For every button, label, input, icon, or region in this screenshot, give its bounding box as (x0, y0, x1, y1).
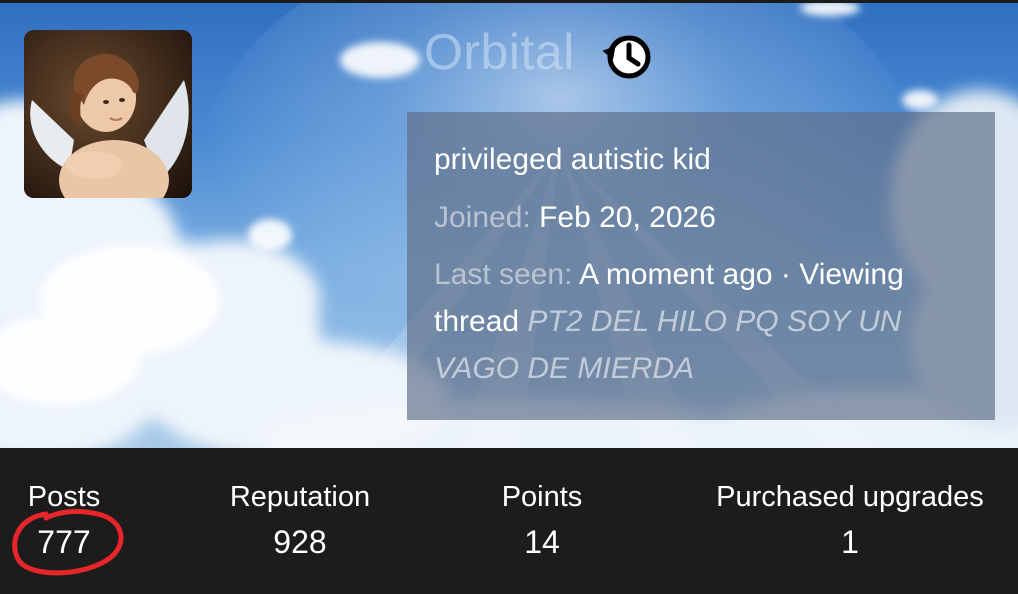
stat-value: 777 (37, 524, 91, 560)
last-seen-row: Last seen: A moment ago · Viewing thread… (434, 251, 969, 392)
profile-info-box: privileged autistic kid Joined: Feb 20, … (407, 112, 995, 420)
stat-reputation[interactable]: Reputation 928 (200, 478, 400, 568)
stats-bar: Posts 777 Reputation 928 Points 14 Purch… (0, 448, 1018, 594)
top-divider (0, 0, 1018, 3)
stat-points[interactable]: Points 14 (462, 478, 622, 568)
stat-label: Points (501, 481, 583, 513)
cherub-avatar-icon (24, 30, 192, 198)
joined-date: Feb 20, 2026 (539, 201, 716, 234)
username[interactable]: Orbital (424, 22, 575, 82)
stat-purchased-upgrades[interactable]: Purchased upgrades 1 (700, 478, 1000, 568)
joined-row: Joined: Feb 20, 2026 (434, 194, 969, 241)
stat-value: 1 (841, 524, 859, 560)
stat-posts[interactable]: Posts 777 (16, 478, 112, 568)
stat-value: 928 (273, 524, 327, 560)
stat-label: Purchased upgrades (716, 481, 984, 513)
activity-prefix: thread (434, 305, 520, 338)
thread-title-line1: PT2 DEL HILO PQ SOY UN (527, 305, 902, 338)
thread-title-line2: VAGO DE MIERDA (434, 352, 695, 385)
joined-label: Joined: (434, 201, 531, 234)
avatar[interactable] (24, 30, 192, 198)
profile-header: Orbital privileged autistic kid Joined: … (0, 0, 1018, 594)
stat-label: Reputation (229, 481, 371, 513)
stat-value: 14 (524, 524, 560, 560)
last-seen-label: Last seen: (434, 258, 573, 291)
history-icon[interactable] (600, 30, 654, 84)
last-seen-value: A moment ago · Viewing (579, 258, 904, 291)
custom-title: privileged autistic kid (434, 143, 711, 176)
stat-label: Posts (27, 481, 101, 513)
